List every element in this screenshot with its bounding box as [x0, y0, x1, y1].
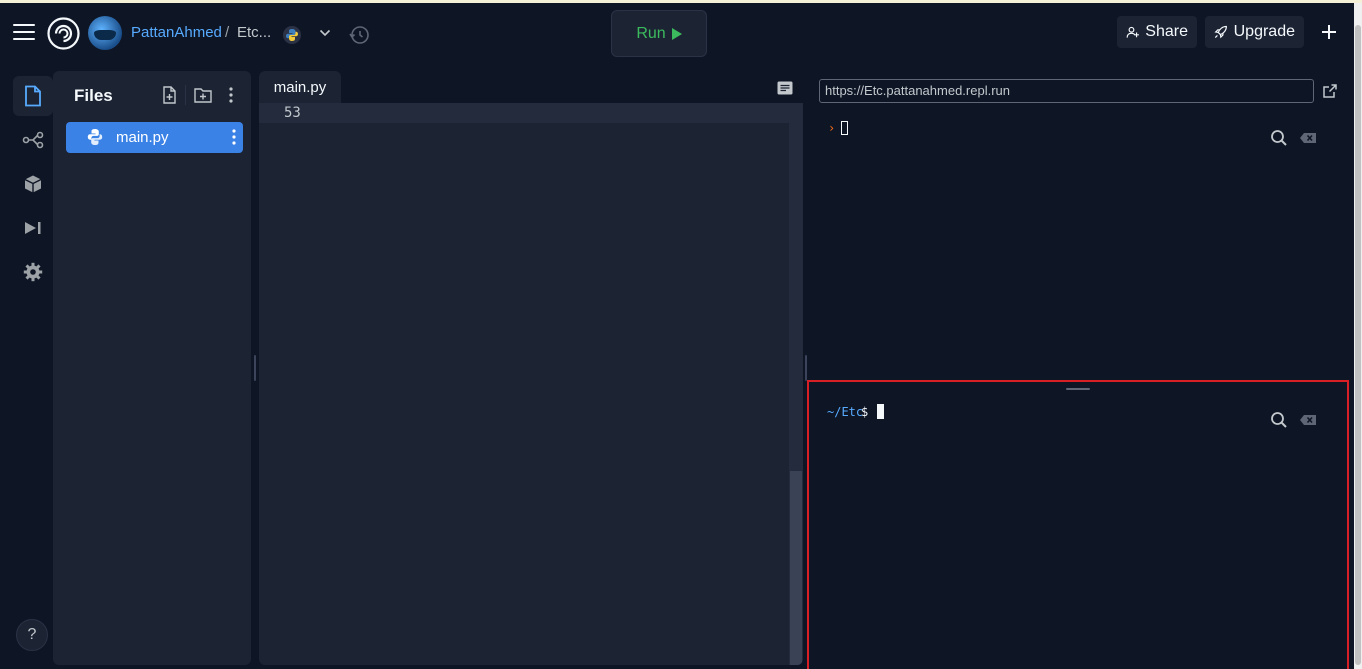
play-icon: [671, 27, 682, 40]
breadcrumb-repl-name[interactable]: Etc...: [237, 24, 271, 41]
tab-main-py[interactable]: main.py: [259, 71, 341, 103]
clear-console-icon[interactable]: [1298, 128, 1318, 148]
editor-menu-icon[interactable]: [777, 81, 793, 95]
python-file-icon: [87, 129, 103, 145]
open-new-tab-icon[interactable]: [1322, 83, 1338, 99]
editor-tab-bar: main.py: [259, 71, 803, 103]
rail-files-button[interactable]: [13, 76, 53, 116]
rocket-icon: [1214, 25, 1227, 39]
package-icon: [24, 175, 42, 193]
page-scrollbar-thumb[interactable]: [1355, 25, 1361, 665]
files-panel-title: Files: [74, 86, 113, 105]
active-code-line[interactable]: [259, 103, 789, 123]
replit-logo-icon[interactable]: [47, 17, 80, 50]
breadcrumb-username[interactable]: PattanAhmed: [131, 24, 222, 41]
history-icon[interactable]: [348, 24, 370, 46]
shell-search-icon[interactable]: [1269, 410, 1289, 430]
shell-panel: ~/Etc $: [807, 380, 1349, 669]
editor-scrollbar[interactable]: [789, 103, 803, 665]
file-item-label: main.py: [116, 129, 169, 146]
shell-resize-grip[interactable]: [1066, 388, 1090, 390]
gear-icon: [23, 262, 43, 282]
console-prompt-symbol: ›: [828, 121, 836, 135]
clear-shell-icon[interactable]: [1298, 410, 1318, 430]
webview-url-bar[interactable]: https://Etc.pattanahmed.repl.run: [819, 79, 1314, 103]
user-avatar[interactable]: [88, 16, 122, 50]
python-language-icon: [283, 26, 301, 44]
git-branch-icon: [22, 131, 44, 149]
new-folder-icon[interactable]: [193, 85, 213, 105]
rail-settings-button[interactable]: [13, 252, 53, 292]
chevron-down-icon[interactable]: [319, 28, 331, 38]
step-forward-icon: [25, 222, 41, 234]
rail-version-control-button[interactable]: [13, 120, 53, 160]
shell-path: ~/Etc: [827, 405, 864, 419]
file-icon: [25, 85, 41, 107]
breadcrumb-separator: /: [225, 24, 230, 41]
code-editor: main.py 53: [259, 71, 803, 665]
editor-scrollbar-thumb[interactable]: [790, 471, 802, 665]
rail-packages-button[interactable]: [13, 164, 53, 204]
console-panel: https://Etc.pattanahmed.repl.run ›: [810, 71, 1354, 377]
plus-icon[interactable]: [1316, 19, 1342, 45]
console-cursor[interactable]: [841, 121, 848, 135]
shell-prompt: $: [861, 405, 869, 419]
add-user-icon: [1126, 26, 1139, 38]
rail-debugger-button[interactable]: [13, 208, 53, 248]
files-editor-resize-handle[interactable]: [254, 355, 256, 381]
files-panel: Files main.py: [53, 71, 251, 665]
top-header: PattanAhmed / Etc... Run Share Upgrade: [0, 3, 1354, 63]
file-item-main-py[interactable]: main.py: [66, 122, 243, 153]
upgrade-button-label: Upgrade: [1233, 23, 1295, 40]
share-button-label: Share: [1145, 23, 1188, 40]
page-scrollbar[interactable]: [1354, 3, 1362, 669]
run-button-label: Run: [636, 24, 666, 42]
help-button[interactable]: ?: [16, 619, 48, 651]
upgrade-button[interactable]: Upgrade: [1205, 16, 1304, 48]
run-button[interactable]: Run: [611, 10, 707, 57]
line-number: 53: [284, 105, 301, 121]
files-action-divider: [185, 85, 186, 105]
shell-cursor[interactable]: [877, 404, 884, 419]
tool-rail: ?: [8, 71, 53, 665]
search-icon[interactable]: [1269, 128, 1289, 148]
editor-output-resize-handle[interactable]: [805, 355, 807, 381]
more-options-icon[interactable]: [221, 85, 241, 105]
menu-icon[interactable]: [13, 24, 35, 42]
file-options-icon[interactable]: [231, 128, 237, 146]
share-button[interactable]: Share: [1117, 16, 1197, 48]
new-file-icon[interactable]: [160, 85, 180, 105]
